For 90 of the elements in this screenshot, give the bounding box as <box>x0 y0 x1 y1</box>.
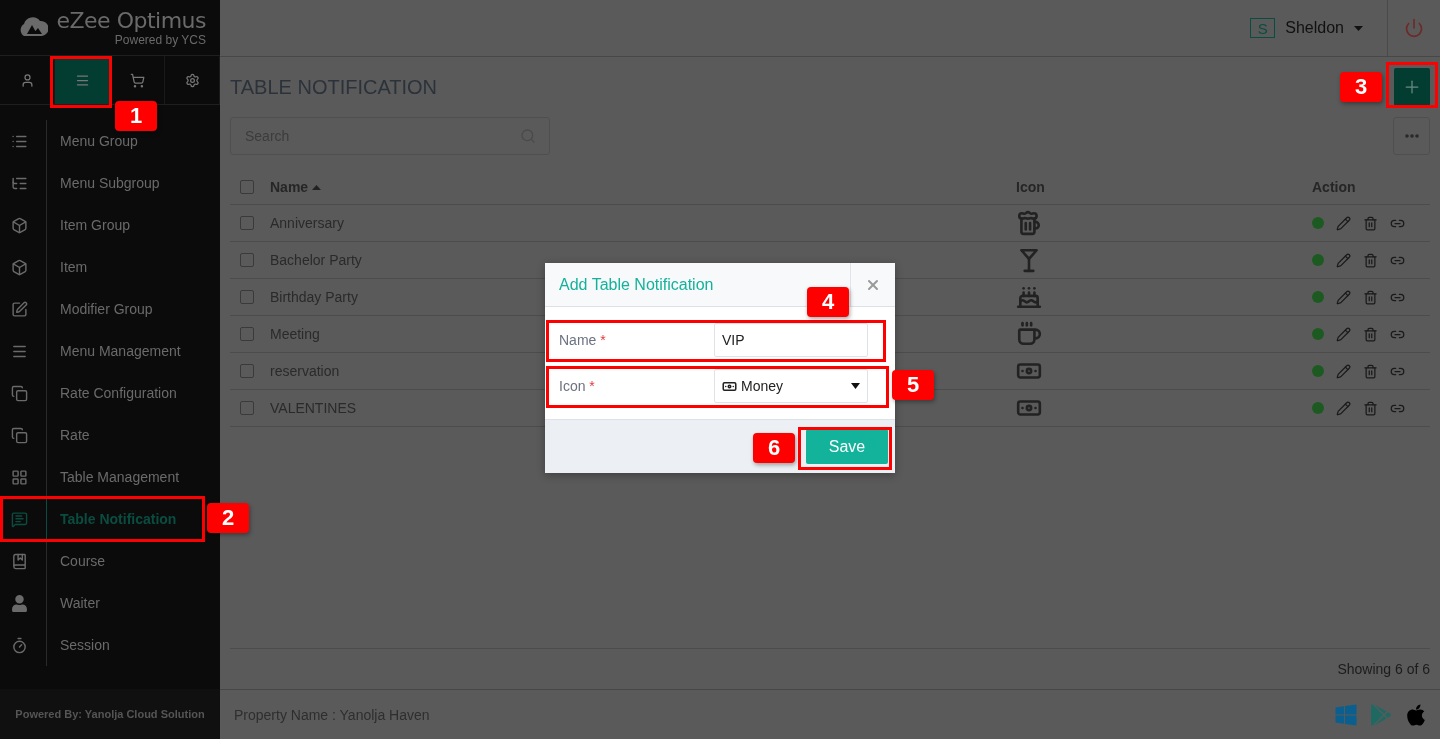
logo-tagline: Powered by YCS <box>114 32 206 47</box>
step-number: 1 <box>115 101 157 131</box>
row-checkbox[interactable] <box>240 401 254 415</box>
sidebar-item[interactable]: Table Notification <box>0 498 204 540</box>
sidebar-item[interactable]: Rate <box>0 414 204 456</box>
sidebar-item[interactable]: Menu Subgroup <box>0 162 204 204</box>
sidebar-item[interactable]: Menu Management <box>0 330 204 372</box>
record-count: Showing 6 of 6 <box>1337 661 1430 677</box>
sidebar-item-label: Item <box>59 259 88 275</box>
row-checkbox[interactable] <box>240 364 254 378</box>
delete-icon[interactable] <box>1363 400 1378 416</box>
step-number: 4 <box>807 287 849 317</box>
delete-icon[interactable] <box>1363 289 1378 305</box>
dialog-title: Add Table Notification <box>559 275 714 294</box>
sidebar-item[interactable]: Table Management <box>0 456 204 498</box>
coffee-cup-icon <box>1016 321 1042 347</box>
caret-down-icon <box>851 383 860 389</box>
apple-icon[interactable] <box>1404 702 1428 727</box>
sidebar-item-label: Session <box>59 637 110 653</box>
step-number: 3 <box>1340 72 1382 102</box>
person-icon <box>11 594 28 612</box>
person-icon <box>19 72 35 88</box>
sidebar-item-label: Waiter <box>59 595 100 611</box>
row-checkbox[interactable] <box>240 290 254 304</box>
sidebar-item[interactable]: Item Group <box>0 204 204 246</box>
step-number: 5 <box>892 370 934 400</box>
power-icon <box>1404 18 1424 38</box>
row-checkbox[interactable] <box>240 216 254 230</box>
sidebar-item-label: Rate <box>59 427 90 443</box>
menu-icon <box>74 72 90 88</box>
add-button[interactable] <box>1394 68 1430 106</box>
chat-icon <box>11 510 28 528</box>
grid-icon <box>11 468 28 486</box>
stopwatch-icon <box>11 636 28 654</box>
more-icon <box>1404 134 1419 138</box>
highlight-frame <box>1386 62 1438 108</box>
sort-up-icon <box>312 184 322 190</box>
row-checkbox[interactable] <box>240 327 254 341</box>
sidebar-item-label: Menu Management <box>59 343 181 359</box>
sidebar-item-label: Table Notification <box>59 511 177 527</box>
stacked-squares-icon <box>11 426 28 444</box>
sidebar-item[interactable]: Course <box>0 540 204 582</box>
sidebar-item[interactable]: Session <box>0 624 204 666</box>
app-logo-name: eZee Optimus <box>56 8 206 33</box>
delete-icon[interactable] <box>1363 215 1378 231</box>
mug-icon <box>1016 210 1042 236</box>
row-checkbox[interactable] <box>240 253 254 267</box>
delete-icon[interactable] <box>1363 252 1378 268</box>
edit-icon[interactable] <box>1336 326 1351 342</box>
cube-icon <box>11 216 28 234</box>
edit-icon[interactable] <box>1336 289 1351 305</box>
sidebar-item[interactable]: Modifier Group <box>0 288 204 330</box>
delete-icon[interactable] <box>1363 363 1378 379</box>
step-number: 6 <box>753 433 795 463</box>
edit-icon[interactable] <box>1336 252 1351 268</box>
sidebar-item[interactable]: Item <box>0 246 204 288</box>
sidebar-item-label: Table Management <box>59 469 180 485</box>
field-label: Name * <box>559 332 607 348</box>
sidebar-item[interactable]: Waiter <box>0 582 204 624</box>
step-number: 2 <box>207 503 249 533</box>
sidebar-item-label: Course <box>59 553 106 569</box>
field-label: Icon * <box>559 378 596 394</box>
icon-dropdown[interactable]: Money <box>714 369 868 403</box>
sidebar-item-label: Menu Group <box>59 133 138 149</box>
bookmark-book-icon <box>11 552 28 570</box>
cart-icon <box>129 72 145 88</box>
sidebar-item[interactable]: Rate Configuration <box>0 372 204 414</box>
edit-icon[interactable] <box>1336 400 1351 416</box>
delete-icon[interactable] <box>1363 326 1378 342</box>
settings-icon <box>184 72 200 88</box>
caret-down-icon <box>1354 25 1363 31</box>
edit-icon <box>11 300 28 318</box>
cake-icon <box>1016 284 1042 310</box>
sidebar-item-label: Modifier Group <box>59 301 153 317</box>
select-all-checkbox[interactable] <box>240 180 254 194</box>
edit-icon[interactable] <box>1336 215 1351 231</box>
save-button[interactable]: Save <box>806 429 888 464</box>
sidebar-item-label: Rate Configuration <box>59 385 177 401</box>
name-field[interactable]: VIP <box>714 323 868 357</box>
edit-icon[interactable] <box>1336 363 1351 379</box>
user-initial: S <box>1250 18 1276 38</box>
user-name: Sheldon <box>1285 19 1344 37</box>
powered-by-text: Powered By: Yanolja Cloud Solution <box>15 708 205 720</box>
sidebar-item-label: Item Group <box>59 217 131 233</box>
cube-icon <box>11 258 28 276</box>
more-button[interactable] <box>1393 117 1430 155</box>
highlight-frame <box>50 56 112 108</box>
stacked-squares-icon <box>11 384 28 402</box>
user-menu[interactable]: S Sheldon <box>1250 18 1387 38</box>
sidebar-item-label: Menu Subgroup <box>59 175 160 191</box>
